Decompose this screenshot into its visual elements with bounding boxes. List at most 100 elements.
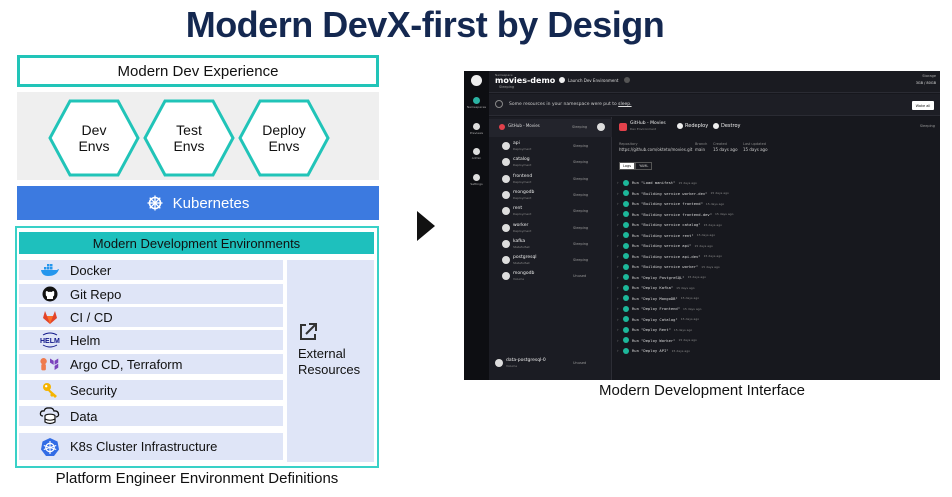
kubernetes-icon <box>147 195 163 211</box>
check-circle-icon <box>623 274 629 280</box>
check-circle-icon <box>623 263 629 270</box>
right-arrow-icon <box>416 210 436 247</box>
service-row[interactable]: kafka StatefulSet Sleeping <box>489 237 612 253</box>
more-icon[interactable] <box>624 77 631 83</box>
service-row[interactable]: worker Deployment Sleeping <box>489 221 612 237</box>
check-circle-icon <box>623 347 629 354</box>
log-row[interactable]: › Run "Deploy Catalog" 15 days ago <box>617 315 937 324</box>
service-name: rent <box>513 206 523 212</box>
service-status: Sleeping <box>573 225 589 230</box>
log-text: Run "Building service worker-dev" <box>632 190 708 196</box>
launch-dev-environment-button[interactable]: Launch Dev Environment <box>559 77 631 83</box>
github-icon <box>39 285 61 303</box>
check-circle-icon <box>623 221 629 228</box>
check-circle-icon <box>623 242 629 249</box>
log-row[interactable]: › Run "Deploy Frontend" 15 days ago <box>617 304 937 313</box>
service-row[interactable]: frontend Deployment Sleeping <box>489 172 612 188</box>
check-circle-icon <box>623 295 629 301</box>
development-interface-caption: Modern Development Interface <box>599 382 805 399</box>
log-row[interactable]: › Run "Building service frontend" 15 days … <box>617 199 937 208</box>
log-row[interactable]: › Run "Deploy API" 15 days ago <box>617 346 937 355</box>
log-text: Run "Load manifest" <box>632 180 676 185</box>
log-row[interactable]: › Run "Deploy PostgreSQL" 15 days ago <box>617 273 937 282</box>
tool-label: Git Repo <box>70 286 122 302</box>
service-row[interactable]: mongodb Volume Unused <box>489 269 612 285</box>
log-row[interactable]: › Run "Building service catalog" 15 days a… <box>617 220 937 229</box>
github-icon <box>619 123 627 131</box>
trash-icon <box>713 123 719 129</box>
tool-row-git-repo: Git Repo <box>19 284 283 304</box>
service-status: Unused <box>573 361 587 365</box>
tool-row-security: Security <box>19 380 283 400</box>
repository-link[interactable]: https://github.com/okteto/movies.git <box>619 147 692 152</box>
namespace-selector[interactable]: movies-demo ⌄ <box>495 76 565 85</box>
log-row[interactable]: › Run "Building service frontend-dev" 15 d… <box>617 210 937 219</box>
log-row[interactable]: › Run "Deploy Worker" 15 days ago <box>617 336 937 345</box>
updated-meta: Last updated 15 days ago <box>743 142 768 152</box>
repository-meta: Repository https://github.com/okteto/movi… <box>619 142 693 152</box>
log-row[interactable]: › Run "Building service rent" 15 days ago <box>617 231 937 240</box>
log-age: 15 days ago <box>673 327 693 332</box>
environment-detail-panel: GitHub - Movies Dev Environment Redeploy… <box>613 117 940 380</box>
sidebar-item-previews[interactable]: Previews <box>464 123 489 135</box>
service-row[interactable]: catalog Deployment Sleeping <box>489 155 612 171</box>
tool-row-k8s-cluster: K8s Cluster Infrastructure <box>19 433 283 460</box>
hexagon-label: Test Envs <box>173 122 205 154</box>
service-row[interactable]: data-postgresql-0 Volume Unused <box>489 356 612 372</box>
service-row[interactable]: api Deployment Sleeping <box>489 139 612 155</box>
sleep-link[interactable]: sleep. <box>618 102 631 107</box>
namespace-status: Sleeping <box>499 85 515 89</box>
log-row[interactable]: › Run "Building service api" 15 days ago <box>617 241 937 250</box>
service-icon <box>502 223 510 232</box>
tool-label: K8s Cluster Infrastructure <box>70 439 218 454</box>
argo-terraform-icon <box>39 355 61 373</box>
redeploy-icon <box>677 123 683 129</box>
tab-yaml[interactable]: YAML <box>635 162 653 170</box>
service-kind: StatefulSet <box>513 244 530 249</box>
svg-text:HELM: HELM <box>40 338 60 345</box>
tab-logs[interactable]: Logs <box>619 162 636 170</box>
sidebar-item-admin[interactable]: Admin <box>464 148 489 160</box>
okteto-app-screenshot: Namespaces Previews Admin Settings Names… <box>464 71 940 380</box>
log-text: Run "Deploy PostgreSQL" <box>632 274 685 280</box>
service-name: kafka <box>513 238 526 244</box>
service-row[interactable]: postgresql StatefulSet Sleeping <box>489 253 612 269</box>
settings-icon <box>473 174 480 181</box>
service-kind: Volume <box>513 277 525 282</box>
service-row[interactable]: rent Deployment Sleeping <box>489 204 612 220</box>
destroy-button[interactable]: Destroy <box>713 123 740 129</box>
service-name: data-postgresql-0 <box>506 358 546 363</box>
sidebar-item-settings[interactable]: Settings <box>464 174 489 186</box>
service-kind: Deployment <box>513 212 532 217</box>
service-status: Sleeping <box>573 258 589 263</box>
namespaces-icon <box>473 97 480 104</box>
wake-all-button[interactable]: Wake all <box>912 101 934 110</box>
log-row[interactable]: › Run "Building service api-dev" 15 days a… <box>617 252 937 261</box>
service-kind: Deployment <box>513 228 532 233</box>
storage-indicator: Storage 3GB / 80GB <box>915 74 936 85</box>
check-circle-icon <box>623 253 629 259</box>
log-text: Run "Deploy Frontend" <box>632 306 681 311</box>
log-row[interactable]: › Run "Deploy MongoDB" 15 days ago <box>617 294 937 303</box>
log-text: Run "Building service frontend-dev" <box>632 211 713 217</box>
dev-environment-group[interactable]: GitHub - Movies Sleeping <box>489 119 612 137</box>
log-row[interactable]: › Run "Building service worker-dev" 15 day… <box>617 189 937 198</box>
log-row[interactable]: › Run "Deploy Kafka" 15 days ago <box>617 283 937 292</box>
log-text: Run "Building service rent" <box>632 232 694 238</box>
log-text: Run "Building service frontend" <box>632 201 703 206</box>
sidebar-item-namespaces[interactable]: Namespaces <box>464 97 489 109</box>
check-circle-icon <box>623 179 629 186</box>
service-row[interactable]: mongodb Deployment Sleeping <box>489 188 612 204</box>
tool-label: Data <box>70 408 98 424</box>
log-row[interactable]: › Run "Load manifest" 15 days ago <box>617 178 937 187</box>
check-circle-icon <box>623 316 629 322</box>
service-status: Sleeping <box>573 209 589 214</box>
log-row[interactable]: › Run "Building service worker" 15 days ag… <box>617 262 937 271</box>
service-status: Sleeping <box>573 176 589 181</box>
redeploy-button[interactable]: Redeploy <box>677 123 708 129</box>
sleep-icon <box>495 100 503 108</box>
service-icon <box>502 158 510 167</box>
external-link-icon <box>298 322 318 347</box>
log-row[interactable]: › Run "Deploy Rent" 15 days ago <box>617 325 937 334</box>
service-icon <box>502 174 510 183</box>
